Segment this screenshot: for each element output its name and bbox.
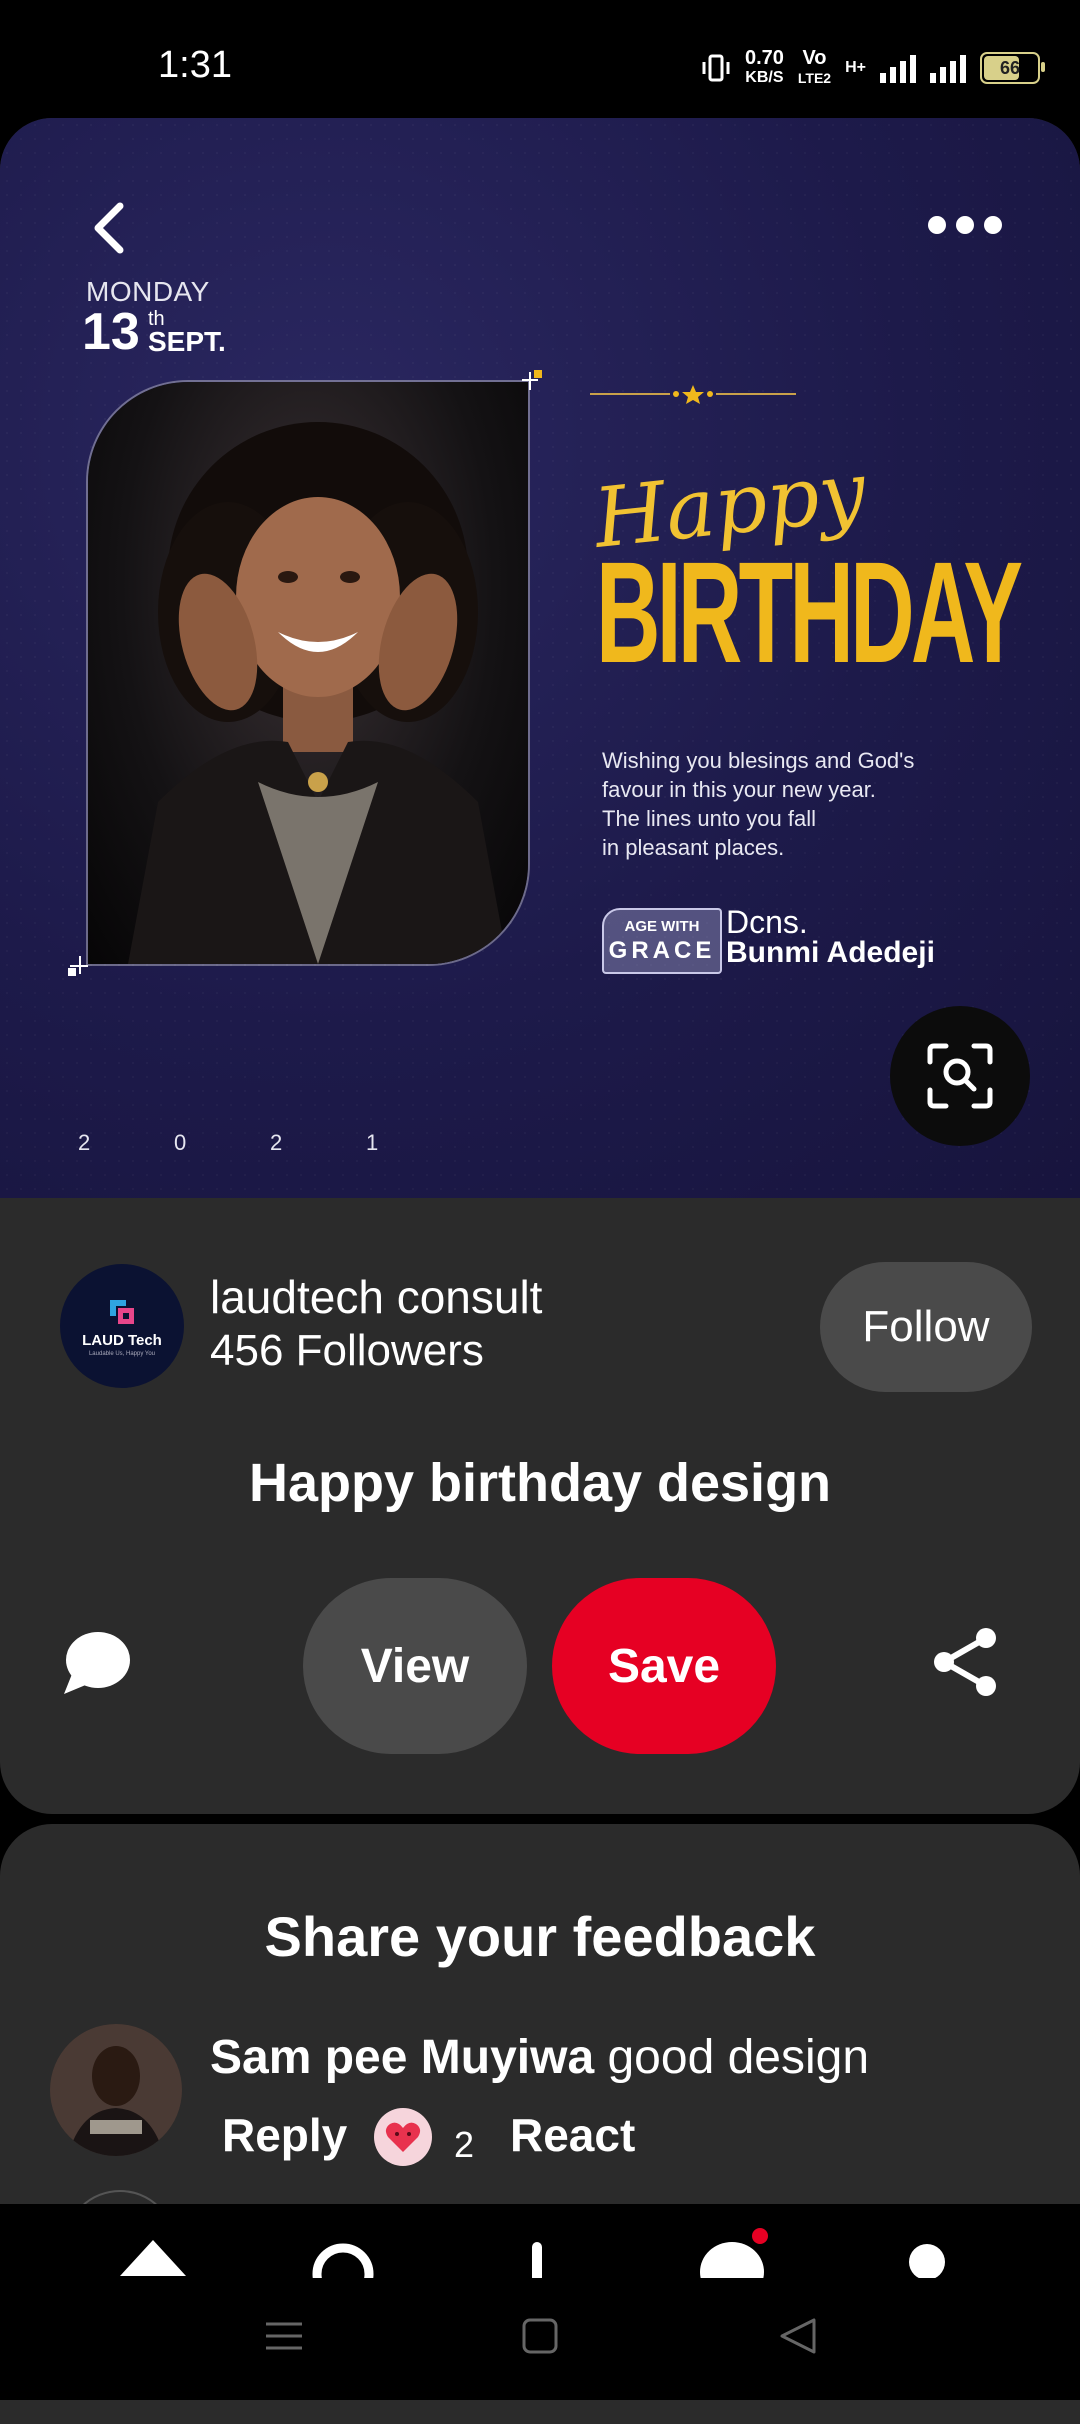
year-digits: 2 0 2 1	[78, 1130, 378, 1156]
wish-line: The lines unto you fall	[602, 806, 817, 831]
pin-card: MONDAY 13 th SEPT. Happy BIRTHDAY Wishin…	[0, 118, 1080, 1814]
battery-level: 66	[999, 57, 1021, 78]
search-icon[interactable]	[308, 2236, 378, 2278]
creator-row: LAUD Tech Laudable Us, Happy You laudtec…	[0, 1248, 1080, 1398]
commenter-photo	[50, 2024, 182, 2156]
wish-message: Wishing you blesings and God's favour in…	[602, 746, 942, 862]
visual-search-button[interactable]	[890, 1006, 1030, 1146]
comment-icon[interactable]	[60, 1628, 132, 1700]
react-count: 2	[454, 2124, 475, 2165]
more-options-icon[interactable]	[928, 216, 1002, 234]
vibrate-icon	[702, 54, 730, 82]
wish-line: Wishing you blesings and God's	[602, 748, 915, 773]
feedback-title: Share your feedback	[264, 1905, 816, 1968]
react-button[interactable]: React	[510, 2108, 635, 2162]
home-icon[interactable]	[118, 2236, 188, 2278]
save-button[interactable]: Save	[552, 1578, 776, 1754]
comment-body: good design	[594, 2031, 870, 2084]
wish-line: in pleasant places.	[602, 835, 785, 860]
follow-button[interactable]: Follow	[820, 1262, 1032, 1392]
reply-button[interactable]: Reply	[222, 2108, 347, 2162]
hplus-indicator: H+	[845, 59, 866, 76]
year-digit: 2	[270, 1130, 283, 1155]
back-icon[interactable]	[80, 198, 140, 258]
notifications-icon[interactable]	[694, 2228, 774, 2278]
signal-icon-2	[930, 53, 966, 83]
wish-line: favour in this your new year.	[602, 777, 876, 802]
portrait-photo	[88, 382, 528, 964]
pin-image[interactable]: MONDAY 13 th SEPT. Happy BIRTHDAY Wishin…	[0, 118, 1080, 1198]
year-digit: 0	[174, 1130, 187, 1155]
menu-icon[interactable]	[264, 2316, 304, 2356]
pin-title: Happy birthday design	[248, 1453, 832, 1513]
date-month: SEPT.	[148, 326, 226, 357]
commenter-avatar[interactable]	[50, 2024, 182, 2156]
back-triangle-icon[interactable]	[778, 2316, 818, 2356]
year-digit: 2	[78, 1130, 91, 1155]
share-icon[interactable]	[930, 1626, 1002, 1698]
net-speed: 0.70 KB/S	[744, 47, 784, 86]
comment-text: Sam pee Muyiwa good design	[210, 2030, 869, 2085]
create-icon[interactable]	[522, 2236, 552, 2278]
bottom-navigation	[0, 2204, 1080, 2278]
birthday-headline: BIRTHDAY	[596, 532, 1023, 693]
visual-search-icon	[927, 1043, 993, 1109]
status-bar: 1:31 0.70 KB/S Vo LTE2 H+ 66	[0, 0, 1080, 120]
heart-icon	[385, 2122, 421, 2152]
year-digit: 1	[366, 1130, 379, 1155]
signal-icon-1	[880, 53, 916, 83]
comment-author[interactable]: Sam pee Muyiwa	[210, 2031, 594, 2084]
heart-react-icon[interactable]	[374, 2108, 432, 2166]
profile-icon[interactable]	[902, 2236, 952, 2278]
system-navigation	[0, 2278, 1080, 2400]
corner-mark-icon	[522, 370, 542, 390]
portrait-figure	[128, 422, 508, 964]
view-button[interactable]: View	[303, 1578, 527, 1754]
status-icons: 0.70 KB/S Vo LTE2 H+ 66	[701, 47, 1045, 88]
laudtech-logo-icon	[110, 1299, 134, 1324]
corner-mark-icon	[68, 956, 88, 976]
creator-name[interactable]: laudtech consult	[210, 1270, 542, 1324]
age-with-grace-badge: AGE WITH GRACE	[602, 908, 722, 974]
honoree-name: Bunmi Adedeji	[726, 936, 935, 969]
date-number: 13	[82, 303, 140, 361]
volte-indicator: Vo LTE2	[797, 47, 832, 86]
star-divider-icon	[590, 385, 796, 404]
creator-avatar[interactable]: LAUD Tech Laudable Us, Happy You	[60, 1264, 184, 1388]
battery-icon: 66	[980, 52, 1045, 84]
creator-followers: 456 Followers	[210, 1326, 484, 1375]
home-square-icon[interactable]	[520, 2316, 560, 2356]
status-time: 1:31	[158, 44, 232, 86]
